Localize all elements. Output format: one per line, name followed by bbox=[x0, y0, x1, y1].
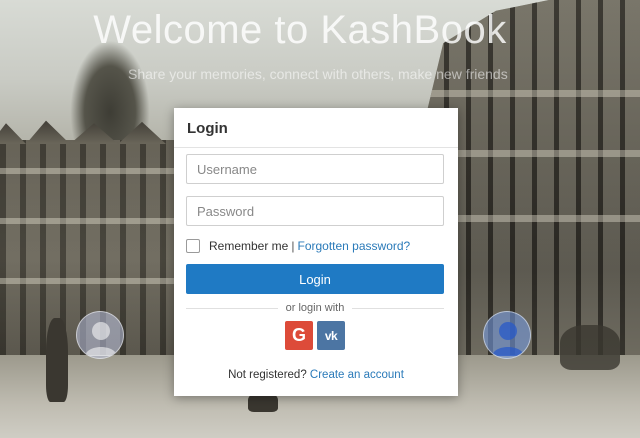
divider-line bbox=[186, 307, 278, 309]
remember-me-label[interactable]: Remember me bbox=[209, 239, 288, 253]
vk-login-button[interactable]: vk bbox=[317, 321, 345, 350]
divider-line bbox=[352, 307, 445, 309]
hero-subtitle: Share your memories, connect with others… bbox=[128, 66, 508, 82]
background-figure bbox=[46, 318, 68, 402]
hero-title: Welcome to KashBook bbox=[93, 8, 507, 52]
login-card: Login Remember me | Forgotten password? … bbox=[174, 108, 458, 396]
not-registered-text: Not registered? bbox=[228, 369, 310, 381]
vk-icon: vk bbox=[324, 328, 338, 343]
forgot-password-link[interactable]: Forgotten password? bbox=[297, 239, 410, 253]
google-login-button[interactable]: G bbox=[285, 321, 313, 350]
social-login-row: G vk bbox=[285, 321, 345, 350]
separator: | bbox=[291, 239, 295, 253]
login-heading: Login bbox=[174, 108, 458, 148]
or-login-with-text: or login with bbox=[285, 302, 345, 314]
remember-row: Remember me | Forgotten password? bbox=[186, 238, 410, 254]
create-account-link[interactable]: Create an account bbox=[310, 369, 404, 381]
username-input[interactable] bbox=[186, 154, 444, 184]
remember-me-checkbox[interactable] bbox=[186, 239, 200, 253]
google-icon: G bbox=[291, 325, 306, 345]
register-row: Not registered? Create an account bbox=[174, 369, 458, 381]
background-figure bbox=[560, 325, 620, 370]
user-avatar-icon[interactable] bbox=[76, 311, 124, 359]
password-input[interactable] bbox=[186, 196, 444, 226]
login-button[interactable]: Login bbox=[186, 264, 444, 294]
user-avatar-icon[interactable] bbox=[483, 311, 531, 359]
or-divider: or login with bbox=[186, 301, 445, 315]
